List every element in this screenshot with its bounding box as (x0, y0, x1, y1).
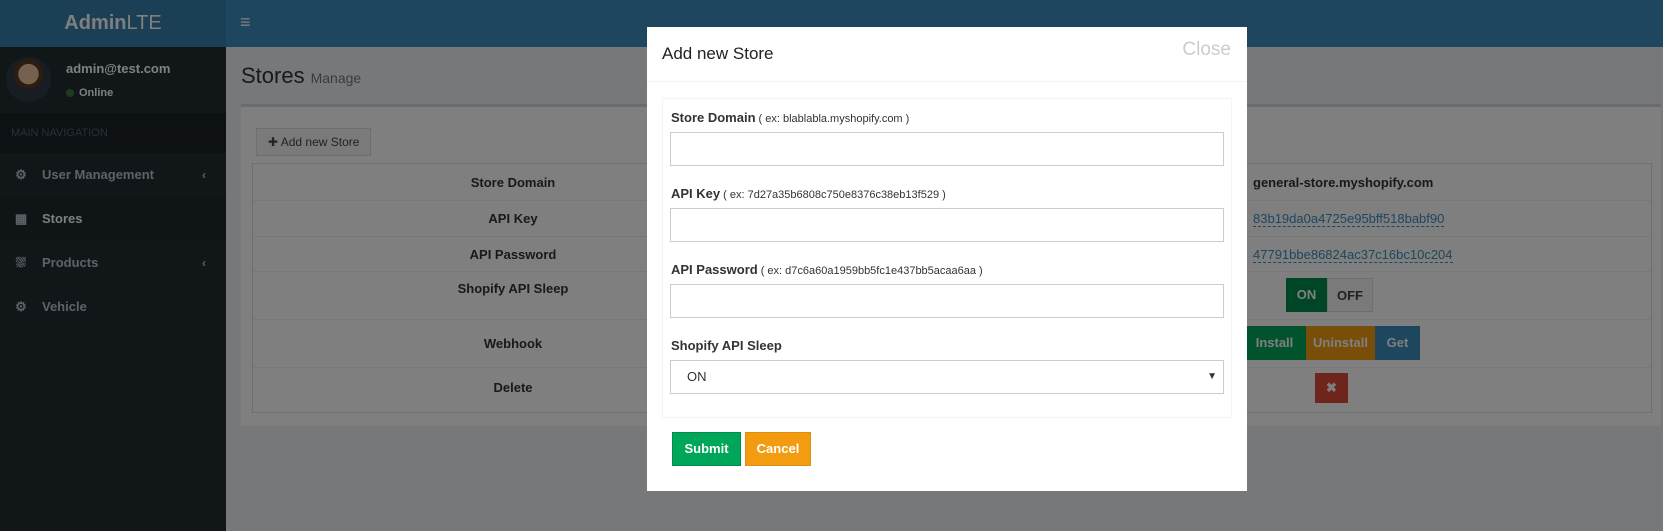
store-domain-input[interactable] (670, 132, 1224, 166)
add-store-modal: Add new Store Close Store Domain( ex: bl… (647, 27, 1247, 491)
store-domain-hint: ( ex: blablabla.myshopify.com ) (758, 113, 910, 125)
modal-header: Add new Store Close (647, 27, 1247, 82)
sleep-label: Shopify API Sleep (671, 338, 782, 353)
store-domain-label: Store Domain( ex: blablabla.myshopify.co… (671, 110, 910, 125)
caret-down-icon: ▼ (1207, 371, 1217, 382)
close-button[interactable]: Close (1182, 39, 1231, 61)
api-password-hint: ( ex: d7c6a60a1959bb5fc1e437bb5acaa6aa ) (760, 265, 983, 277)
modal-title: Add new Store (662, 44, 774, 63)
api-key-hint: ( ex: 7d27a35b6808c750e8376c38eb13f529 ) (723, 189, 946, 201)
api-key-input[interactable] (670, 208, 1224, 242)
cancel-button[interactable]: Cancel (745, 432, 811, 466)
api-password-label: API Password( ex: d7c6a60a1959bb5fc1e437… (671, 262, 983, 277)
api-key-label: API Key( ex: 7d27a35b6808c750e8376c38eb1… (671, 186, 946, 201)
api-password-input[interactable] (670, 284, 1224, 318)
sleep-select[interactable]: ON ▼ (670, 360, 1224, 394)
submit-button[interactable]: Submit (672, 432, 741, 466)
store-form: Store Domain( ex: blablabla.myshopify.co… (662, 98, 1232, 418)
sleep-selected-value: ON (687, 369, 707, 384)
